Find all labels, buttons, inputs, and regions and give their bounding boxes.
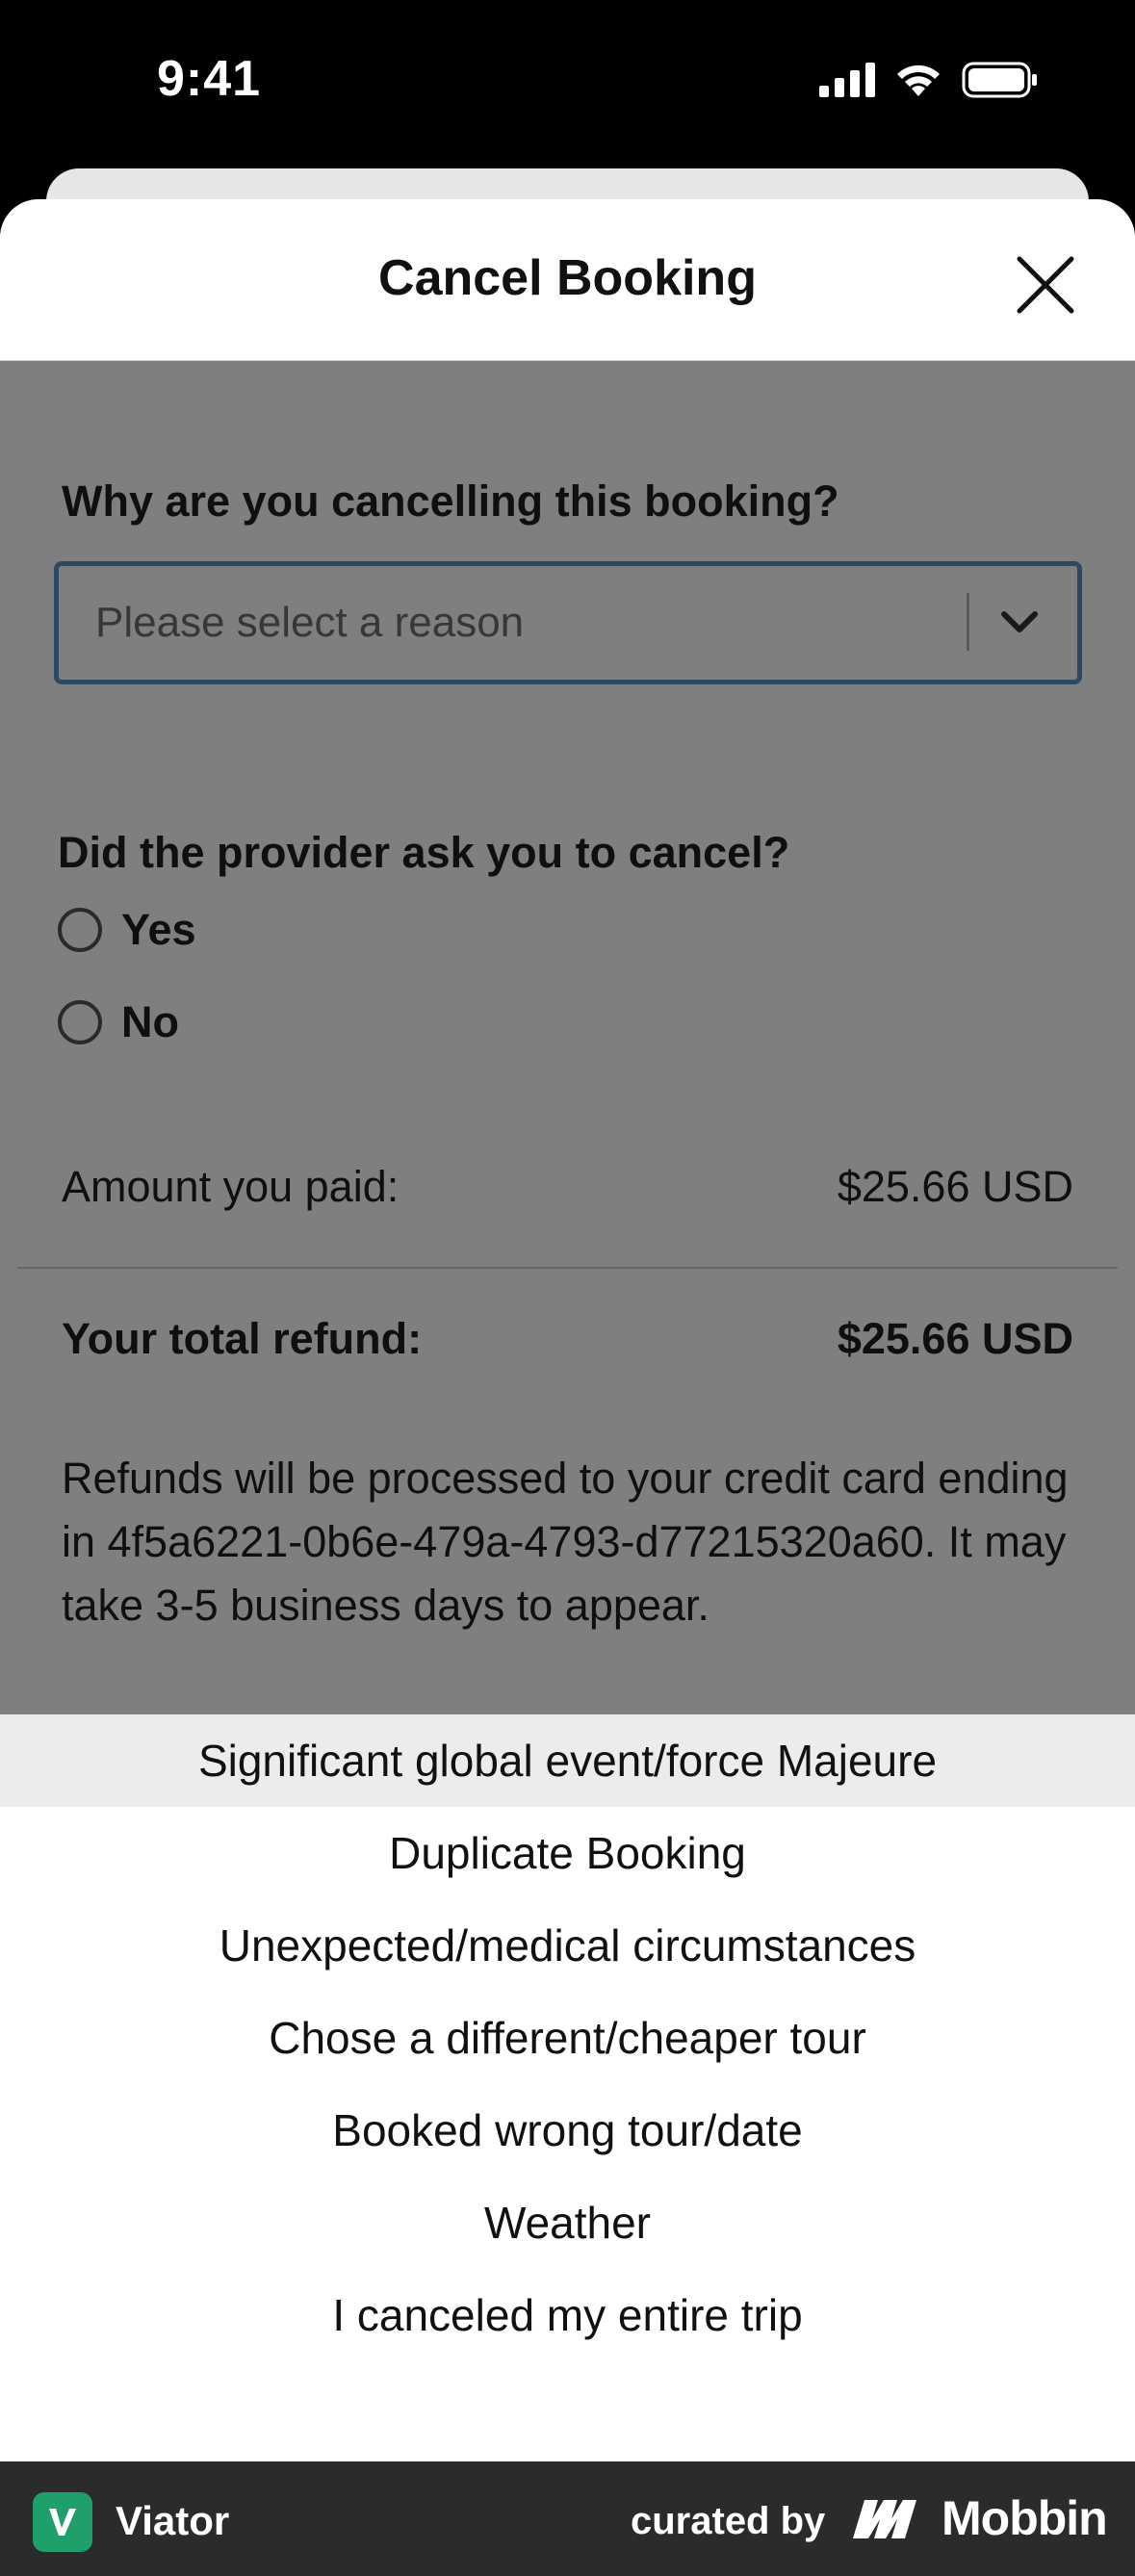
status-time: 9:41 xyxy=(157,51,262,107)
brand-name: Mobbin xyxy=(942,2491,1108,2545)
status-bar: 9:41 xyxy=(0,0,1135,168)
picker-option[interactable]: Duplicate Booking xyxy=(0,1807,1135,1899)
battery-icon xyxy=(962,62,1037,98)
picker-option[interactable]: Significant global event/force Majeure xyxy=(0,1714,1135,1807)
close-icon xyxy=(1017,256,1074,314)
curated-by-label: curated by xyxy=(631,2500,826,2542)
viator-logo-icon xyxy=(33,2492,92,2552)
viator-mark-icon xyxy=(49,2509,76,2536)
status-icons xyxy=(819,62,1039,98)
sheet-header: Cancel Booking xyxy=(0,199,1135,361)
sheet-title: Cancel Booking xyxy=(378,250,757,306)
picker-option[interactable]: Chose a different/cheaper tour xyxy=(0,1992,1135,2084)
picker-option[interactable]: I canceled my entire trip xyxy=(0,2269,1135,2361)
dim-overlay[interactable] xyxy=(0,361,1135,1714)
picker-option[interactable]: Booked wrong tour/date xyxy=(0,2084,1135,2177)
close-button[interactable] xyxy=(1014,253,1077,317)
footer-bar: Viator curated by Mobbin xyxy=(0,2461,1135,2576)
mobbin-logo-icon xyxy=(853,2500,916,2538)
signal-icon xyxy=(819,63,875,97)
wifi-icon xyxy=(897,64,940,96)
picker-option[interactable]: Unexpected/medical circumstances xyxy=(0,1899,1135,1992)
reason-picker: Significant global event/force Majeure D… xyxy=(0,1714,1135,2461)
picker-option[interactable]: Weather xyxy=(0,2177,1135,2269)
app-name: Viator xyxy=(116,2498,230,2543)
